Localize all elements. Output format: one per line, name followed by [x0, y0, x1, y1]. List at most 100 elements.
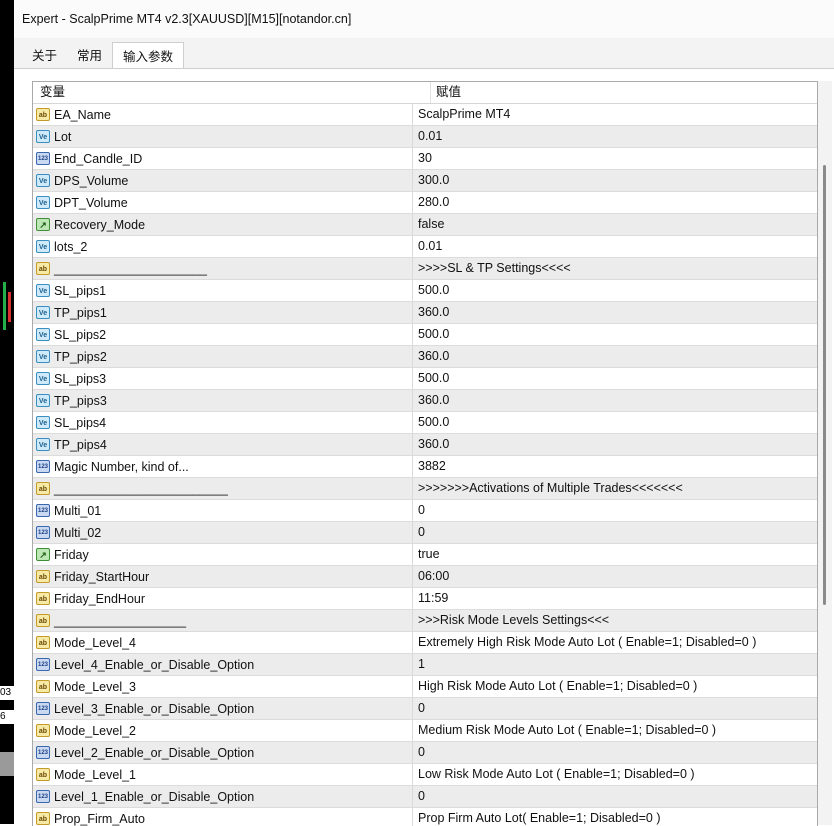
table-row[interactable]: abFriday_StartHour06:00	[33, 566, 817, 588]
parameter-value-cell[interactable]: 0	[413, 698, 817, 719]
parameter-value-cell[interactable]: 280.0	[413, 192, 817, 213]
parameter-value-cell[interactable]: Low Risk Mode Auto Lot ( Enable=1; Disab…	[413, 764, 817, 785]
table-row[interactable]: ab___________________>>>Risk Mode Levels…	[33, 610, 817, 632]
vertical-scrollbar[interactable]	[818, 81, 832, 825]
parameter-name-cell: abMode_Level_1	[33, 764, 413, 785]
table-row[interactable]: VeTP_pips3360.0	[33, 390, 817, 412]
parameter-value-cell[interactable]: 360.0	[413, 390, 817, 411]
integer-icon: 123	[36, 460, 50, 473]
tab-common[interactable]: 常用	[67, 42, 112, 68]
parameters-grid: 变量 赋值 abEA_NameScalpPrime MT4VeLot0.0112…	[32, 81, 818, 826]
table-row[interactable]: abMode_Level_4Extremely High Risk Mode A…	[33, 632, 817, 654]
double-icon: Ve	[36, 240, 50, 253]
table-row[interactable]: VeSL_pips3500.0	[33, 368, 817, 390]
parameter-value-cell[interactable]: 300.0	[413, 170, 817, 191]
chart-price-label: 03	[0, 686, 14, 700]
parameter-value-cell[interactable]: false	[413, 214, 817, 235]
parameter-value-cell[interactable]: 3882	[413, 456, 817, 477]
parameter-value-cell[interactable]: 0	[413, 786, 817, 807]
parameter-name: Level_4_Enable_or_Disable_Option	[54, 655, 254, 675]
table-row[interactable]: VeDPT_Volume280.0	[33, 192, 817, 214]
parameter-value-cell[interactable]: 0	[413, 500, 817, 521]
parameter-value-cell[interactable]: 360.0	[413, 346, 817, 367]
table-row[interactable]: 123Magic Number, kind of...3882	[33, 456, 817, 478]
parameter-value-cell[interactable]: 500.0	[413, 368, 817, 389]
chart-candle	[3, 282, 6, 330]
parameter-value-cell[interactable]: >>>>>>>Activations of Multiple Trades<<<…	[413, 478, 817, 499]
parameter-value-cell[interactable]: 0.01	[413, 126, 817, 147]
table-row[interactable]: abProp_Firm_AutoProp Firm Auto Lot( Enab…	[33, 808, 817, 826]
table-row[interactable]: abMode_Level_2Medium Risk Mode Auto Lot …	[33, 720, 817, 742]
table-row[interactable]: ↗Recovery_Modefalse	[33, 214, 817, 236]
table-row[interactable]: 123Level_4_Enable_or_Disable_Option1	[33, 654, 817, 676]
parameter-value-cell[interactable]: 360.0	[413, 302, 817, 323]
parameter-value-cell[interactable]: 11:59	[413, 588, 817, 609]
parameter-value-cell[interactable]: >>>>SL & TP Settings<<<<	[413, 258, 817, 279]
parameter-name-cell: 123Level_2_Enable_or_Disable_Option	[33, 742, 413, 763]
table-row[interactable]: VeTP_pips4360.0	[33, 434, 817, 456]
parameter-name: SL_pips1	[54, 281, 106, 301]
parameter-name: Level_3_Enable_or_Disable_Option	[54, 699, 254, 719]
parameter-name-cell: VeSL_pips4	[33, 412, 413, 433]
table-row[interactable]: VeSL_pips1500.0	[33, 280, 817, 302]
parameter-value-cell[interactable]: 0	[413, 522, 817, 543]
table-row[interactable]: 123Multi_010	[33, 500, 817, 522]
parameter-value-cell[interactable]: 30	[413, 148, 817, 169]
parameter-value-cell[interactable]: 0.01	[413, 236, 817, 257]
parameter-name: Friday_EndHour	[54, 589, 145, 609]
table-row[interactable]: abFriday_EndHour11:59	[33, 588, 817, 610]
table-row[interactable]: 123Level_1_Enable_or_Disable_Option0	[33, 786, 817, 808]
table-row[interactable]: VeTP_pips1360.0	[33, 302, 817, 324]
scrollbar-thumb[interactable]	[823, 165, 826, 605]
parameter-value-cell[interactable]: 1	[413, 654, 817, 675]
parameter-name-cell: VeTP_pips4	[33, 434, 413, 455]
parameter-name: Friday_StartHour	[54, 567, 149, 587]
parameter-value-cell[interactable]: 360.0	[413, 434, 817, 455]
parameter-value-cell[interactable]: true	[413, 544, 817, 565]
parameter-value-cell[interactable]: 06:00	[413, 566, 817, 587]
parameter-name-cell: 123End_Candle_ID	[33, 148, 413, 169]
parameter-value-cell[interactable]: 500.0	[413, 412, 817, 433]
parameter-value-cell[interactable]: 0	[413, 742, 817, 763]
parameter-name-cell: 123 Level_3_Enable_or_Disable_Option	[33, 698, 413, 719]
tab-input-parameters[interactable]: 输入参数	[112, 42, 184, 69]
header-variable[interactable]: 变量	[33, 82, 431, 103]
parameter-name-cell: VeTP_pips2	[33, 346, 413, 367]
table-row[interactable]: abEA_NameScalpPrime MT4	[33, 104, 817, 126]
string-icon: ab	[36, 108, 50, 121]
table-row[interactable]: 123Level_2_Enable_or_Disable_Option0	[33, 742, 817, 764]
table-row[interactable]: VeDPS_Volume300.0	[33, 170, 817, 192]
parameter-value-cell[interactable]: 500.0	[413, 324, 817, 345]
parameter-value-cell[interactable]: Medium Risk Mode Auto Lot ( Enable=1; Di…	[413, 720, 817, 741]
table-row[interactable]: VeTP_pips2360.0	[33, 346, 817, 368]
parameter-name-cell: 123Multi_02	[33, 522, 413, 543]
header-value[interactable]: 赋值	[431, 82, 817, 103]
parameter-name-cell: VeSL_pips1	[33, 280, 413, 301]
table-row[interactable]: 123Multi_020	[33, 522, 817, 544]
table-row[interactable]: 123End_Candle_ID30	[33, 148, 817, 170]
parameter-name: lots_2	[54, 237, 87, 257]
table-row[interactable]: 123 Level_3_Enable_or_Disable_Option 0	[33, 698, 817, 720]
window-title: Expert - ScalpPrime MT4 v2.3[XAUUSD][M15…	[14, 0, 834, 38]
table-row[interactable]: VeSL_pips4500.0	[33, 412, 817, 434]
parameter-value-cell[interactable]: >>>Risk Mode Levels Settings<<<	[413, 610, 817, 631]
integer-icon: 123	[36, 702, 50, 715]
table-row[interactable]: ab______________________>>>>SL & TP Sett…	[33, 258, 817, 280]
table-row[interactable]: Ve lots_2 0.01	[33, 236, 817, 258]
parameter-value-cell[interactable]: ScalpPrime MT4	[413, 104, 817, 125]
table-row[interactable]: abMode_Level_1Low Risk Mode Auto Lot ( E…	[33, 764, 817, 786]
double-icon: Ve	[36, 328, 50, 341]
parameter-value-cell[interactable]: 500.0	[413, 280, 817, 301]
parameter-name: _________________________	[54, 479, 228, 499]
tab-about[interactable]: 关于	[22, 42, 67, 68]
parameter-value-cell[interactable]: Extremely High Risk Mode Auto Lot ( Enab…	[413, 632, 817, 653]
parameter-value-cell[interactable]: Prop Firm Auto Lot( Enable=1; Disabled=0…	[413, 808, 817, 826]
table-row[interactable]: VeSL_pips2500.0	[33, 324, 817, 346]
table-row[interactable]: ab_________________________>>>>>>>Activa…	[33, 478, 817, 500]
table-row[interactable]: VeLot0.01	[33, 126, 817, 148]
table-row[interactable]: ↗Fridaytrue	[33, 544, 817, 566]
parameter-value-cell[interactable]: High Risk Mode Auto Lot ( Enable=1; Disa…	[413, 676, 817, 697]
table-row[interactable]: abMode_Level_3High Risk Mode Auto Lot ( …	[33, 676, 817, 698]
input-parameters-panel: 变量 赋值 abEA_NameScalpPrime MT4VeLot0.0112…	[14, 68, 834, 825]
double-icon: Ve	[36, 372, 50, 385]
